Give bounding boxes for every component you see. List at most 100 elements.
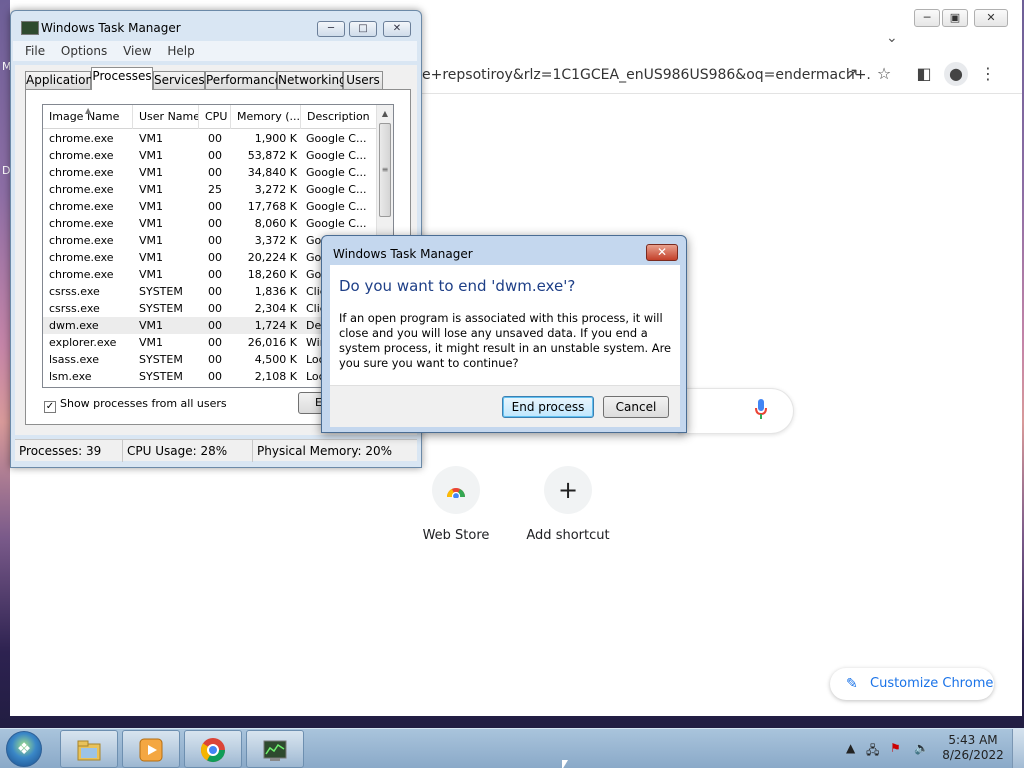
process-name: dwm.exe [49,319,99,332]
window-title: Windows Task Manager [41,21,181,35]
start-button[interactable]: ❖ [6,731,42,767]
process-row[interactable]: chrome.exe VM1 00 53,872 K Google C... [43,147,377,164]
process-user: VM1 [139,234,164,247]
chrome-web-store-icon [432,466,480,514]
chrome-minimize-button[interactable]: ─ [914,9,940,27]
action-center-flag-icon[interactable]: ⚑ [890,741,901,755]
windows-logo-icon: ❖ [16,739,32,758]
taskbar-chrome[interactable] [184,730,242,768]
plus-icon: + [544,466,592,514]
process-cpu: 00 [208,302,222,315]
process-memory: 3,272 K [254,183,297,196]
customize-chrome-button[interactable]: ✎ Customize Chrome [830,668,994,700]
tab-users[interactable]: Users [343,71,383,89]
google-search-box[interactable] [678,388,794,434]
dialog-content: Do you want to end 'dwm.exe'? If an open… [330,265,680,385]
process-cpu: 00 [208,132,222,145]
address-bar[interactable]: e+repsotiroy&rlz=1C1GCEA_enUS986US986&oq… [422,60,870,90]
volume-icon[interactable]: 🔈 [914,741,929,755]
process-memory: 8,060 K [254,217,297,230]
process-list-header: ▲ Image Name User Name CPU Memory (... De… [43,105,377,129]
scroll-thumb[interactable]: ≡ [379,123,391,217]
menu-options[interactable]: Options [61,41,107,61]
process-row[interactable]: chrome.exe VM1 00 34,840 K Google C... [43,164,377,181]
process-memory: 34,840 K [247,166,297,179]
menu-help[interactable]: Help [167,41,194,61]
chrome-icon [201,738,225,763]
show-all-users-checkbox[interactable]: ✓ Show processes from all users [44,397,227,413]
process-row[interactable]: chrome.exe VM1 25 3,272 K Google C... [43,181,377,198]
column-image-name[interactable]: ▲ Image Name [43,105,133,129]
column-cpu[interactable]: CPU [199,105,231,129]
shortcut-web-store[interactable]: Web Store [396,466,516,543]
process-memory: 3,372 K [254,234,297,247]
taskbar: ❖ ▲ 🖧 ⚑ 🔈 5:43 AM 8/26/2022 [0,728,1024,768]
process-name: csrss.exe [49,285,100,298]
column-user-name[interactable]: User Name [133,105,199,129]
status-physical-memory: Physical Memory: 20% [257,444,393,458]
taskbar-clock[interactable]: 5:43 AM 8/26/2022 [942,733,1004,763]
clock-date: 8/26/2022 [942,748,1004,762]
side-panel-icon[interactable]: ◧ [912,62,936,86]
process-user: VM1 [139,166,164,179]
column-memory[interactable]: Memory (... [231,105,301,129]
menu-view[interactable]: View [123,41,151,61]
menu-file[interactable]: File [25,41,45,61]
process-name: chrome.exe [49,251,114,264]
customize-chrome-label: Customize Chrome [870,676,994,691]
process-user: SYSTEM [139,302,183,315]
network-icon[interactable]: 🖧 [866,741,879,762]
process-row[interactable]: chrome.exe VM1 00 8,060 K Google C... [43,215,377,232]
column-description[interactable]: Description [301,105,377,129]
process-name: chrome.exe [49,132,114,145]
bookmark-star-icon[interactable]: ☆ [872,62,896,86]
process-cpu: 00 [208,217,222,230]
tab-services[interactable]: Services [153,71,205,89]
dialog-close-button[interactable]: ✕ [646,244,678,261]
shortcut-add[interactable]: + Add shortcut [508,466,628,543]
chrome-menu-icon[interactable]: ⋮ [976,62,1000,86]
show-hidden-icons-icon[interactable]: ▲ [846,741,855,755]
tab-applications[interactable]: Applications [25,71,99,89]
voice-search-mic-icon[interactable] [754,398,768,420]
end-process-dialog: Windows Task Manager ✕ Do you want to en… [321,235,687,433]
process-memory: 2,108 K [254,370,297,383]
tab-search-chevron-icon[interactable]: ⌄ [886,30,898,46]
minimize-button[interactable]: ─ [317,21,345,37]
process-memory: 20,224 K [247,251,297,264]
media-player-icon [139,738,163,762]
show-all-users-label: Show processes from all users [60,397,227,410]
tab-networking[interactable]: Networking [277,71,347,89]
process-memory: 1,900 K [254,132,297,145]
taskbar-explorer[interactable] [60,730,118,768]
process-description: Google C... [306,149,367,162]
process-name: csrss.exe [49,302,100,315]
end-process-confirm-button[interactable]: End process [502,396,594,418]
maximize-button[interactable]: □ [349,21,377,37]
process-name: chrome.exe [49,183,114,196]
taskbar-media-player[interactable] [122,730,180,768]
close-button[interactable]: ✕ [383,21,411,37]
share-icon[interactable]: ↗ [840,62,864,86]
chrome-close-button[interactable]: ✕ [974,9,1008,27]
profile-avatar-icon[interactable]: ● [944,62,968,86]
cancel-button[interactable]: Cancel [603,396,669,418]
tab-performance[interactable]: Performance [205,71,282,89]
chrome-maximize-button[interactable]: ▣ [942,9,968,27]
process-cpu: 00 [208,166,222,179]
taskbar-task-manager[interactable] [246,730,304,768]
process-cpu: 00 [208,234,222,247]
process-memory: 4,500 K [254,353,297,366]
process-user: SYSTEM [139,353,183,366]
process-description: Google C... [306,132,367,145]
process-row[interactable]: chrome.exe VM1 00 1,900 K Google C... [43,130,377,147]
process-description: Google C... [306,166,367,179]
process-cpu: 00 [208,319,222,332]
process-memory: 1,724 K [254,319,297,332]
checkbox-checked-icon[interactable]: ✓ [44,401,56,413]
process-row[interactable]: chrome.exe VM1 00 17,768 K Google C... [43,198,377,215]
show-desktop-button[interactable] [1012,729,1024,768]
process-user: VM1 [139,336,164,349]
tab-processes[interactable]: Processes [91,67,153,90]
scroll-up-arrow-icon[interactable]: ▲ [377,106,393,122]
